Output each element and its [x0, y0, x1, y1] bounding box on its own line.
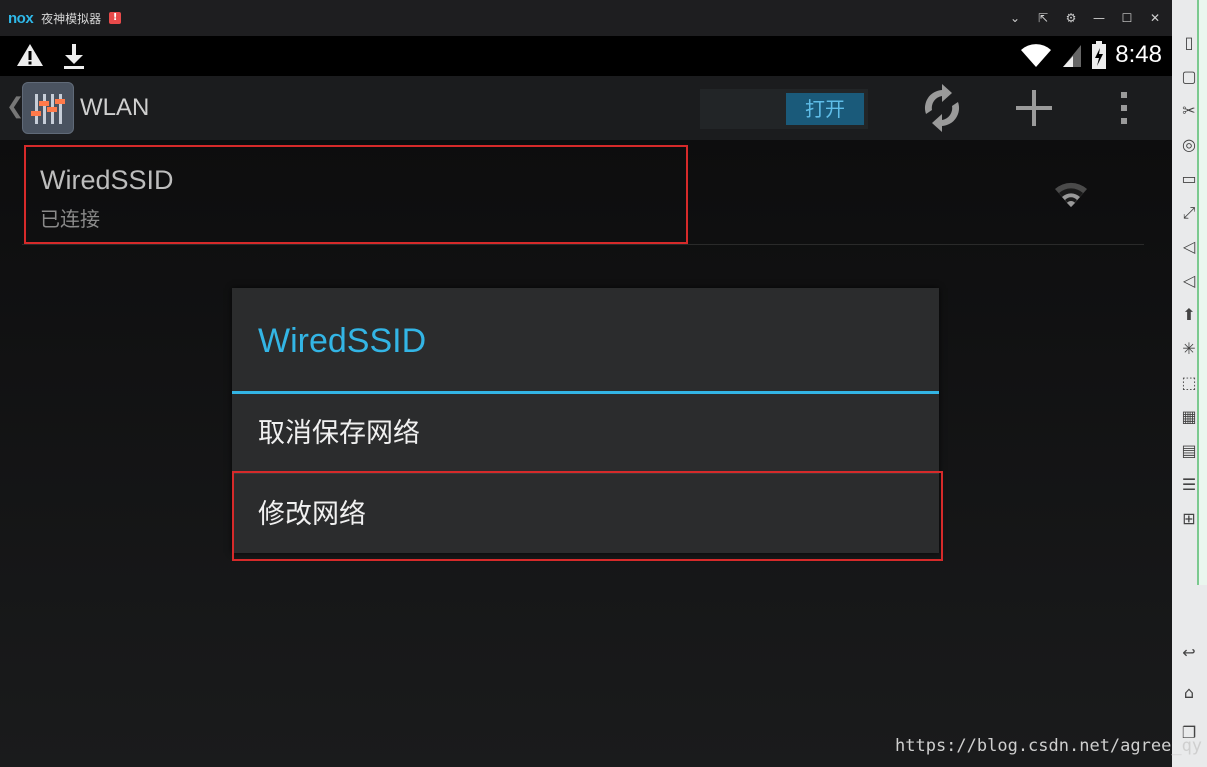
emulator-titlebar: nox 夜神模拟器 ! ⌄ ⇱ ⚙ — ☐ ✕: [0, 0, 1172, 36]
clock: 8:48: [1115, 41, 1162, 68]
close-icon[interactable]: ✕: [1148, 11, 1162, 25]
alert-badge[interactable]: !: [109, 12, 122, 24]
page-title: WLAN: [80, 94, 150, 121]
overflow-menu-icon[interactable]: [1112, 88, 1136, 128]
highlight-box-modify: [232, 471, 943, 561]
window-controls: ⌄ ⇱ ⚙ — ☐ ✕: [1008, 0, 1162, 36]
actionbar: ❮ WLAN 打开: [0, 76, 1172, 140]
signal-icon: [1063, 45, 1082, 67]
highlight-box-network: [24, 145, 688, 244]
forget-network-item[interactable]: 取消保存网络: [232, 394, 939, 474]
watermark: https://blog.csdn.net/agree_qy: [895, 736, 1203, 756]
battery-icon: [1092, 41, 1107, 69]
minimize-icon[interactable]: —: [1092, 11, 1106, 25]
warning-icon: [17, 44, 43, 66]
dropdown-icon[interactable]: ⌄: [1008, 11, 1022, 25]
download-icon: [64, 44, 84, 69]
wifi-status-icon: [1021, 44, 1052, 67]
dialog-title: WiredSSID: [258, 322, 427, 360]
wifi-signal-icon: [1055, 182, 1087, 207]
maximize-icon[interactable]: ☐: [1120, 11, 1134, 25]
refresh-icon[interactable]: [918, 84, 966, 132]
android-statusbar: 8:48: [0, 36, 1172, 76]
toggle-on-label: 打开: [786, 93, 864, 125]
add-network-icon[interactable]: [1010, 84, 1058, 132]
back-icon[interactable]: ↩: [1178, 642, 1200, 664]
wlan-toggle[interactable]: 打开: [700, 89, 868, 129]
window-title: 夜神模拟器: [41, 11, 102, 26]
home-icon[interactable]: ⌂: [1178, 682, 1200, 704]
settings-app-icon[interactable]: [22, 82, 74, 134]
settings-icon[interactable]: ⚙: [1064, 11, 1078, 25]
pin-icon[interactable]: ⇱: [1036, 11, 1050, 25]
background-window-edge: [1197, 0, 1207, 585]
nox-logo: nox: [8, 9, 34, 27]
